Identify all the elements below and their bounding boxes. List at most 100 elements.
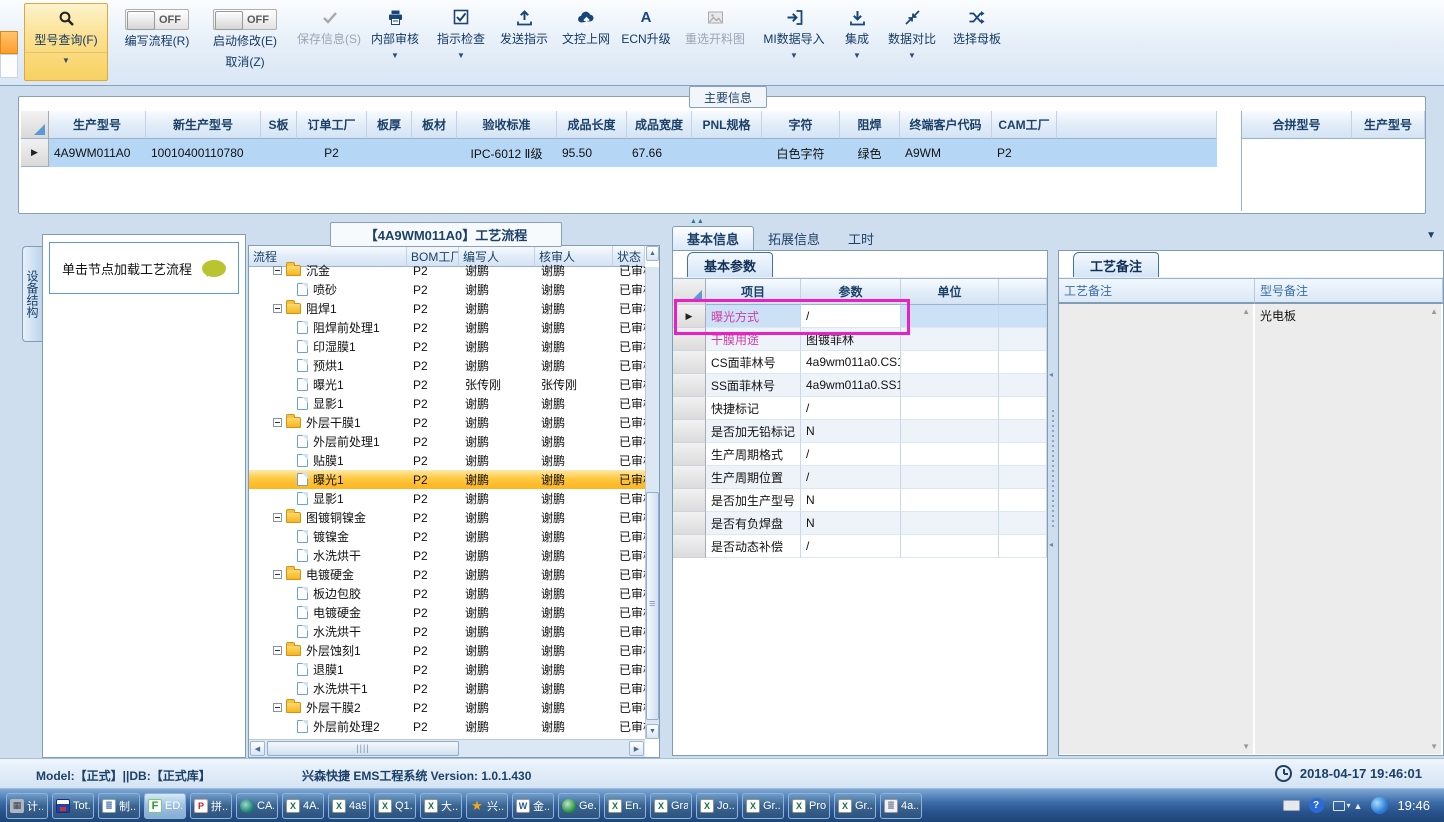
tree-row[interactable]: 显影1 P2 谢鹏 谢鹏 已审核 bbox=[249, 489, 645, 508]
tree-row[interactable]: 外层前处理1 P2 谢鹏 谢鹏 已审核 bbox=[249, 432, 645, 451]
param-value-cell[interactable]: 4a9wm011a0.SS1 bbox=[801, 374, 901, 397]
tab-extended-info[interactable]: 拓展信息 bbox=[754, 226, 834, 250]
collapse-toggle-icon[interactable] bbox=[273, 304, 282, 313]
column-header[interactable]: 板材 bbox=[412, 111, 457, 139]
column-header[interactable]: 阻焊 bbox=[840, 111, 900, 139]
tree-row[interactable]: 外层蚀刻1 P2 谢鹏 谢鹏 已审核 bbox=[249, 641, 645, 660]
taskbar-button[interactable]: Tot... bbox=[52, 792, 94, 819]
reselect-cut-button[interactable]: 重选开料图 bbox=[678, 3, 752, 81]
column-header[interactable]: PNL规格 bbox=[692, 111, 762, 139]
param-unit-cell[interactable] bbox=[901, 328, 999, 351]
model-query-button[interactable]: 型号查询(F) ▼ bbox=[24, 3, 108, 81]
tree-row[interactable]: 水洗烘干1 P2 谢鹏 谢鹏 已审核 bbox=[249, 679, 645, 698]
taskbar-button[interactable]: Jo... bbox=[696, 792, 738, 819]
tree-row[interactable]: 外层干膜1 P2 谢鹏 谢鹏 已审核 bbox=[249, 413, 645, 432]
param-unit-cell[interactable] bbox=[901, 535, 999, 558]
tree-row[interactable]: 喷砂 P2 谢鹏 谢鹏 已审核 bbox=[249, 280, 645, 299]
param-row[interactable]: ▶ 曝光方式 / bbox=[673, 305, 1047, 328]
table-cell[interactable] bbox=[261, 139, 297, 167]
param-value-cell[interactable]: N bbox=[801, 489, 901, 512]
param-value-cell[interactable]: N bbox=[801, 420, 901, 443]
tree-row[interactable]: 贴膜1 P2 谢鹏 谢鹏 已审核 bbox=[249, 451, 645, 470]
param-item-cell[interactable]: 是否加无铅标记 bbox=[706, 420, 801, 443]
param-row[interactable]: 生产周期位置 / bbox=[673, 466, 1047, 489]
column-header[interactable]: 新生产型号 bbox=[146, 111, 261, 139]
param-row-selector[interactable] bbox=[673, 443, 706, 466]
vertical-scroll-thumb[interactable] bbox=[646, 492, 659, 720]
param-row[interactable]: 生产周期格式 / bbox=[673, 443, 1047, 466]
taskbar-button[interactable]: 4a9... bbox=[328, 792, 370, 819]
taskbar-button[interactable]: 4a... bbox=[880, 792, 922, 819]
select-board-button[interactable]: 选择母板 bbox=[946, 3, 1008, 81]
param-column-header[interactable]: 参数 bbox=[801, 279, 901, 305]
taskbar-button[interactable]: 兴... bbox=[466, 792, 508, 819]
tree-node-label[interactable]: 贴膜1 bbox=[313, 452, 344, 469]
tree-node-label[interactable]: 外层蚀刻1 bbox=[306, 642, 361, 659]
table-cell[interactable]: 绿色 bbox=[840, 139, 900, 167]
column-header[interactable]: 成品宽度 bbox=[627, 111, 692, 139]
cancel-label[interactable]: 取消(Z) bbox=[225, 53, 264, 70]
tree-node-label[interactable]: 水洗烘干 bbox=[313, 547, 361, 564]
chevron-down-icon[interactable]: ▼ bbox=[908, 52, 916, 60]
param-item-cell[interactable]: 是否加生产型号 bbox=[706, 489, 801, 512]
param-unit-cell[interactable] bbox=[901, 443, 999, 466]
column-header[interactable]: 成品长度 bbox=[557, 111, 627, 139]
taskbar-button[interactable]: ED... bbox=[144, 792, 186, 819]
param-item-cell[interactable]: 曝光方式 bbox=[706, 305, 801, 328]
panel-splitter[interactable] bbox=[1048, 250, 1058, 756]
main-table-selected-row[interactable]: ▶ 4A9WM011A0 10010400110780 P2 IPC-6012 Ⅱ级 95… bbox=[21, 139, 1217, 167]
model-note-textarea[interactable]: 光电板 ▲ ▼ bbox=[1255, 304, 1443, 754]
tree-node-label[interactable]: 沉金 bbox=[306, 262, 330, 279]
column-header[interactable]: 字符 bbox=[762, 111, 840, 139]
param-unit-cell[interactable] bbox=[901, 512, 999, 535]
param-unit-cell[interactable] bbox=[901, 374, 999, 397]
tree-node-label[interactable]: 显影1 bbox=[313, 490, 344, 507]
tree-node-label[interactable]: 外层干膜2 bbox=[306, 699, 361, 716]
param-row-selector[interactable] bbox=[673, 374, 706, 397]
param-row[interactable]: 是否动态补偿 / bbox=[673, 535, 1047, 558]
taskbar-button[interactable]: Gra... bbox=[650, 792, 692, 819]
taskbar-button[interactable]: 4A... bbox=[282, 792, 324, 819]
param-row-selector[interactable] bbox=[673, 466, 706, 489]
param-row-selector[interactable] bbox=[673, 420, 706, 443]
tab-work-hours[interactable]: 工时 bbox=[834, 226, 888, 250]
tree-row[interactable]: 电镀硬金 P2 谢鹏 谢鹏 已审核 bbox=[249, 565, 645, 584]
taskbar-button[interactable]: Gr... bbox=[834, 792, 876, 819]
tree-row[interactable]: 退膜1 P2 谢鹏 谢鹏 已审核 bbox=[249, 660, 645, 679]
tree-node-label[interactable]: 阻焊前处理1 bbox=[313, 319, 380, 336]
column-header[interactable]: 终端客户代码 bbox=[900, 111, 992, 139]
column-header[interactable]: 验收标准 bbox=[457, 111, 557, 139]
tab-basic-info[interactable]: 基本信息 bbox=[672, 226, 755, 250]
param-item-cell[interactable]: 生产周期格式 bbox=[706, 443, 801, 466]
tree-node-label[interactable]: 板边包胶 bbox=[313, 585, 361, 602]
taskbar-button[interactable]: CA... bbox=[236, 792, 278, 819]
integrate-button[interactable]: 集成 ▼ bbox=[836, 3, 878, 81]
scroll-down-button[interactable]: ▼ bbox=[646, 724, 659, 739]
tree-node-label[interactable]: 镀镍金 bbox=[313, 528, 349, 545]
param-column-header[interactable]: 单位 bbox=[901, 279, 999, 305]
param-value-cell[interactable]: 4a9wm011a0.CS1 bbox=[801, 351, 901, 374]
param-row-selector[interactable] bbox=[673, 351, 706, 374]
param-row[interactable]: SS面菲林号 4a9wm011a0.SS1 bbox=[673, 374, 1047, 397]
column-header[interactable]: S板 bbox=[261, 111, 297, 139]
collapse-toggle-icon[interactable] bbox=[273, 570, 282, 579]
column-header[interactable]: 生产型号 bbox=[1352, 111, 1425, 139]
tree-row[interactable]: 曝光1 P2 谢鹏 谢鹏 已审核 bbox=[249, 470, 645, 489]
taskbar-button[interactable]: 大... bbox=[420, 792, 462, 819]
collapse-toggle-icon[interactable] bbox=[273, 703, 282, 712]
param-value-cell[interactable]: / bbox=[801, 466, 901, 489]
param-item-cell[interactable]: 是否有负焊盘 bbox=[706, 512, 801, 535]
tree-node-label[interactable]: 阻焊1 bbox=[306, 300, 337, 317]
param-row-selector[interactable] bbox=[673, 489, 706, 512]
param-value-cell[interactable]: / bbox=[801, 305, 901, 328]
equipment-structure-tab[interactable]: 设备结构 bbox=[22, 246, 42, 342]
param-unit-cell[interactable] bbox=[901, 397, 999, 420]
doc-control-button[interactable]: 文控上网 bbox=[556, 3, 616, 81]
scroll-right-button[interactable]: ▶ bbox=[629, 741, 644, 756]
row-selector-cell[interactable]: ▶ bbox=[21, 139, 49, 167]
tree-node-label[interactable]: 外层干膜1 bbox=[306, 414, 361, 431]
tree-row[interactable]: 板边包胶 P2 谢鹏 谢鹏 已审核 bbox=[249, 584, 645, 603]
data-compare-button[interactable]: 数据对比 ▼ bbox=[882, 3, 942, 81]
table-cell[interactable] bbox=[412, 139, 457, 167]
collapse-toggle-icon[interactable] bbox=[273, 266, 282, 275]
